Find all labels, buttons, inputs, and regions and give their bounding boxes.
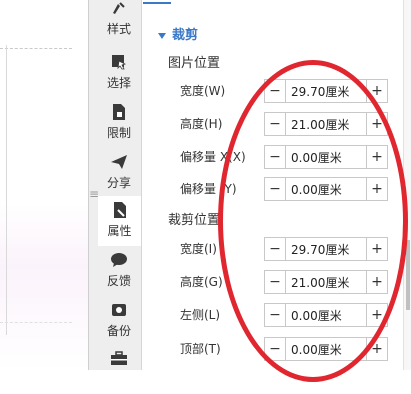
backup-icon bbox=[109, 300, 129, 320]
crop-height-increment-button[interactable]: + bbox=[366, 271, 387, 293]
select-cursor-icon bbox=[109, 52, 129, 72]
crop-height-row: 高度(G) − 21.00厘米 + bbox=[180, 270, 390, 294]
page-border-bottom bbox=[0, 322, 72, 323]
tool-style[interactable]: 样式 bbox=[98, 0, 140, 44]
offset-y-input[interactable]: 0.00厘米 bbox=[291, 181, 342, 198]
tool-share[interactable]: 分享 bbox=[98, 148, 140, 198]
offset-y-increment-button[interactable]: + bbox=[366, 178, 387, 200]
image-width-label: 宽度(W) bbox=[180, 84, 226, 98]
image-height-input[interactable]: 21.00厘米 bbox=[291, 116, 349, 133]
crop-left-decrement-button[interactable]: − bbox=[265, 304, 286, 326]
restrict-doc-icon bbox=[109, 102, 129, 122]
image-width-increment-button[interactable]: + bbox=[366, 80, 387, 102]
image-width-row: 宽度(W) − 29.70厘米 + bbox=[180, 79, 390, 103]
offset-x-stepper: − 0.00厘米 + bbox=[264, 145, 388, 169]
collapse-triangle-icon bbox=[158, 32, 166, 39]
offset-x-input[interactable]: 0.00厘米 bbox=[291, 149, 342, 166]
tool-restrict-label: 限制 bbox=[106, 126, 131, 140]
crop-width-label: 宽度(I) bbox=[180, 242, 217, 256]
crop-left-label: 左侧(L) bbox=[180, 308, 221, 322]
crop-height-input[interactable]: 21.00厘米 bbox=[291, 274, 349, 291]
crop-top-label: 顶部(T) bbox=[180, 342, 221, 356]
crop-width-decrement-button[interactable]: − bbox=[265, 238, 286, 260]
tool-properties[interactable]: 属性 bbox=[98, 196, 141, 246]
tool-feedback-label: 反馈 bbox=[106, 274, 131, 288]
crop-height-stepper: − 21.00厘米 + bbox=[264, 270, 388, 294]
crop-height-decrement-button[interactable]: − bbox=[265, 271, 286, 293]
image-height-decrement-button[interactable]: − bbox=[265, 113, 286, 135]
tool-feedback[interactable]: 反馈 bbox=[98, 246, 140, 296]
properties-panel: 裁剪 图片位置 宽度(W) − 29.70厘米 + 高度(H) − 21.00厘… bbox=[141, 0, 404, 370]
crop-left-row: 左侧(L) − 0.00厘米 + bbox=[180, 303, 390, 327]
active-tab-indicator bbox=[143, 2, 171, 4]
crop-width-input[interactable]: 29.70厘米 bbox=[291, 241, 349, 258]
style-brush-icon bbox=[109, 0, 129, 18]
crop-width-increment-button[interactable]: + bbox=[366, 238, 387, 260]
tool-properties-label: 属性 bbox=[107, 224, 132, 238]
tool-select-label: 选择 bbox=[106, 76, 131, 90]
crop-left-input[interactable]: 0.00厘米 bbox=[291, 307, 342, 324]
offset-y-row: 偏移量 (Y) − 0.00厘米 + bbox=[180, 177, 390, 201]
image-height-stepper: − 21.00厘米 + bbox=[264, 112, 388, 136]
offset-x-decrement-button[interactable]: − bbox=[265, 146, 286, 168]
crop-left-increment-button[interactable]: + bbox=[366, 304, 387, 326]
image-width-stepper: − 29.70厘米 + bbox=[264, 79, 388, 103]
share-plane-icon bbox=[109, 152, 129, 172]
offset-y-stepper: − 0.00厘米 + bbox=[264, 177, 388, 201]
properties-doc-icon bbox=[110, 200, 130, 220]
crop-section-title: 裁剪 bbox=[172, 28, 199, 43]
image-width-decrement-button[interactable]: − bbox=[265, 80, 286, 102]
scrollbar-thumb[interactable] bbox=[406, 240, 410, 310]
crop-section-header[interactable]: 裁剪 bbox=[158, 24, 198, 43]
page-border-top bbox=[0, 48, 72, 49]
tool-toolbox[interactable] bbox=[98, 344, 140, 394]
crop-position-label: 裁剪位置 bbox=[168, 213, 221, 228]
page-border-left bbox=[6, 45, 7, 335]
crop-top-input[interactable]: 0.00厘米 bbox=[291, 341, 342, 358]
offset-y-label: 偏移量 (Y) bbox=[180, 182, 237, 196]
image-height-label: 高度(H) bbox=[180, 117, 223, 131]
offset-x-label: 偏移量 X(X) bbox=[180, 150, 246, 164]
crop-top-row: 顶部(T) − 0.00厘米 + bbox=[180, 337, 390, 361]
panel-scrollbar[interactable] bbox=[403, 0, 411, 370]
tool-style-label: 样式 bbox=[106, 22, 131, 36]
offset-y-decrement-button[interactable]: − bbox=[265, 178, 286, 200]
document-canvas bbox=[0, 0, 88, 370]
tool-select[interactable]: 选择 bbox=[98, 48, 140, 98]
toolbox-icon bbox=[109, 348, 129, 368]
feedback-bubble-icon bbox=[109, 250, 129, 270]
crop-height-label: 高度(G) bbox=[180, 275, 223, 289]
image-width-input[interactable]: 29.70厘米 bbox=[291, 83, 349, 100]
crop-left-stepper: − 0.00厘米 + bbox=[264, 303, 388, 327]
image-height-row: 高度(H) − 21.00厘米 + bbox=[180, 112, 390, 136]
tool-share-label: 分享 bbox=[106, 176, 131, 190]
offset-x-row: 偏移量 X(X) − 0.00厘米 + bbox=[180, 145, 390, 169]
offset-x-increment-button[interactable]: + bbox=[366, 146, 387, 168]
crop-top-decrement-button[interactable]: − bbox=[265, 338, 286, 360]
tool-backup-label: 备份 bbox=[106, 324, 131, 338]
crop-width-stepper: − 29.70厘米 + bbox=[264, 237, 388, 261]
tool-backup[interactable]: 备份 bbox=[98, 296, 140, 346]
tool-sidebar: ≡ 样式 选择 限制 分享 属性 反馈 备份 bbox=[88, 0, 141, 370]
crop-top-stepper: − 0.00厘米 + bbox=[264, 337, 388, 361]
crop-top-increment-button[interactable]: + bbox=[366, 338, 387, 360]
image-position-label: 图片位置 bbox=[168, 56, 221, 71]
crop-width-row: 宽度(I) − 29.70厘米 + bbox=[180, 237, 390, 261]
image-height-increment-button[interactable]: + bbox=[366, 113, 387, 135]
tool-restrict[interactable]: 限制 bbox=[98, 98, 140, 148]
